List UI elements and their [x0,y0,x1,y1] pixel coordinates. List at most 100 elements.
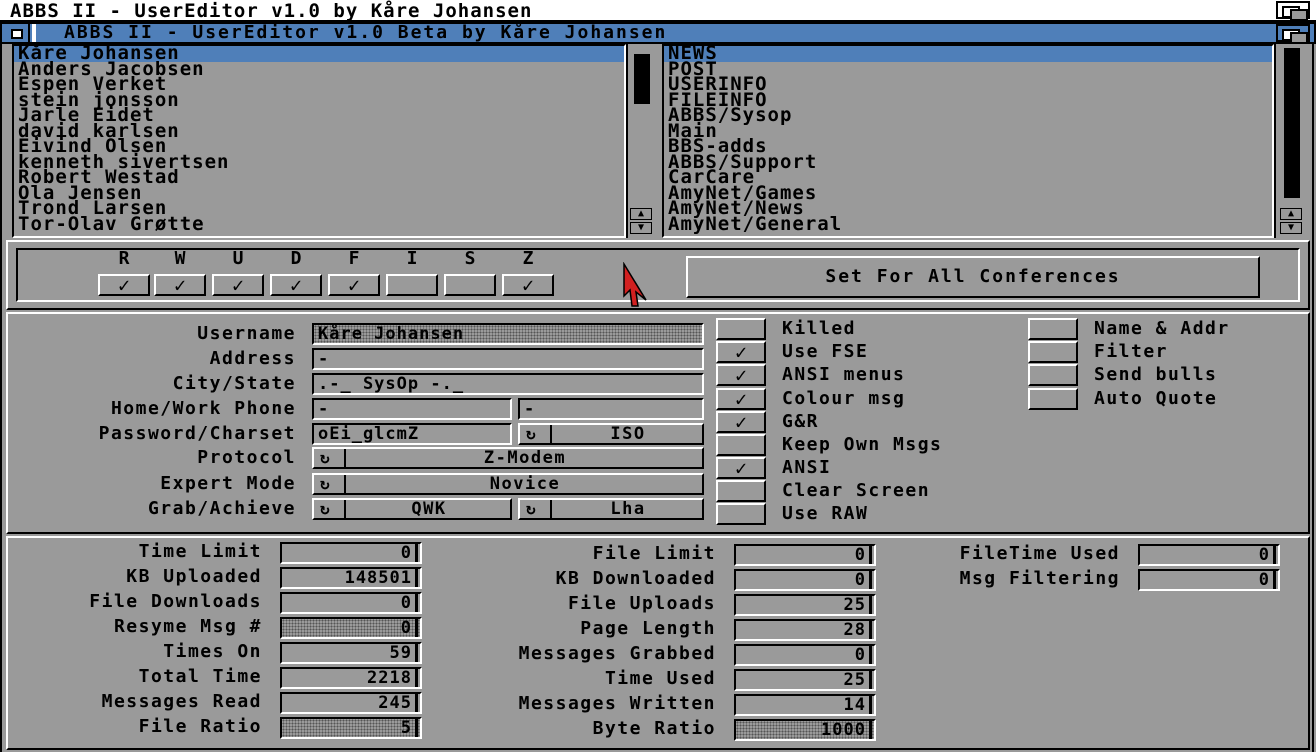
stat-value[interactable]: 0 [734,644,876,666]
checkmark-icon: ✓ [347,273,361,297]
user-list[interactable]: Kåre Johansen Anders Jacobsen Espen Verket… [12,44,626,238]
flag-checkbox-s[interactable] [444,274,496,296]
option-checkbox[interactable] [1028,318,1078,340]
flag-checkbox-u[interactable]: ✓ [212,274,264,296]
user-list-scroll-knob[interactable] [634,54,650,104]
stat-value[interactable]: 14 [734,694,876,716]
stat-value[interactable]: 59 [280,642,422,664]
stat-value[interactable]: 2218 [280,667,422,689]
flag-label-s: S [464,248,476,269]
screen-depth-icon[interactable] [1276,1,1310,21]
home-phone-field[interactable]: - [312,398,512,420]
option-label: ANSI [782,457,832,478]
stat-value[interactable]: 0 [280,592,422,614]
stat-label: Byte Ratio [592,718,716,739]
user-list-item[interactable]: Tor-Olav Grøtte [14,214,624,232]
option-label: Filter [1094,341,1169,362]
archiver-cycle[interactable]: ↻ Lha [518,498,704,520]
option-checkbox[interactable]: ✓ [716,364,766,386]
option-label: Send bulls [1094,364,1218,385]
conference-list-scroll-knob[interactable] [1284,48,1300,198]
option-label: Colour msg [782,388,906,409]
close-window-icon[interactable] [4,24,30,42]
option-checkbox[interactable] [716,318,766,340]
option-label: Killed [782,318,857,339]
charset-cycle[interactable]: ↻ ISO [518,423,704,445]
checkmark-icon: ✓ [734,456,748,480]
checkmark-icon: ✓ [521,273,535,297]
option-checkbox[interactable] [1028,364,1078,386]
user-list-scroll-up-icon[interactable]: ▲ [630,208,652,220]
grab-format-cycle[interactable]: ↻ QWK [312,498,512,520]
flag-label-f: F [348,248,360,269]
stat-value[interactable]: 0 [280,542,422,564]
option-checkbox[interactable] [1028,341,1078,363]
option-checkbox[interactable] [716,480,766,502]
expert-mode-cycle[interactable]: ↻ Novice [312,473,704,495]
work-phone-field[interactable]: - [518,398,704,420]
stat-value[interactable]: 25 [734,669,876,691]
stat-label: KB Uploaded [126,566,262,587]
charset-value: ISO [610,424,646,444]
conference-list-item[interactable]: AmyNet/General [664,214,1272,232]
address-field[interactable]: - [312,348,704,370]
password-field[interactable]: oEi_glcmZ [312,423,512,445]
set-for-all-conferences-button[interactable]: Set For All Conferences [686,256,1260,298]
stat-label: Time Used [604,668,716,689]
stat-value[interactable]: 0 [280,617,422,639]
stat-label: FileTime Used [959,543,1120,564]
conference-list-scrollbar[interactable]: ▲ ▼ [1274,44,1310,238]
protocol-value: Z-Modem [483,448,567,468]
option-checkbox[interactable] [1028,388,1078,410]
flag-checkbox-z[interactable]: ✓ [502,274,554,296]
cycle-icon: ↻ [526,425,552,443]
stat-value[interactable]: 1000 [734,719,876,741]
stat-value[interactable]: 5 [280,717,422,739]
flag-label-w: W [174,248,186,269]
flag-checkbox-w[interactable]: ✓ [154,274,206,296]
conference-list[interactable]: NEWS POST USERINFO FILEINFO ABBS/Sysop Main BB… [662,44,1274,238]
conference-list-scroll-up-icon[interactable]: ▲ [1280,208,1302,220]
screen-title: ABBS II - UserEditor v1.0 by Kåre Johans… [10,0,533,22]
user-list-scroll-down-icon[interactable]: ▼ [630,222,652,234]
flag-checkbox-r[interactable]: ✓ [98,274,150,296]
stat-value[interactable]: 0 [1138,569,1280,591]
stat-value[interactable]: 28 [734,619,876,641]
stat-label: Time Limit [138,541,262,562]
conference-list-item[interactable]: NEWS [664,46,1272,62]
option-checkbox[interactable]: ✓ [716,457,766,479]
flag-checkbox-f[interactable]: ✓ [328,274,380,296]
stat-value[interactable]: 0 [734,569,876,591]
cycle-icon: ↻ [320,500,346,518]
option-checkbox[interactable] [716,434,766,456]
stat-value[interactable]: 245 [280,692,422,714]
cycle-icon: ↻ [320,475,346,493]
flag-checkbox-i[interactable] [386,274,438,296]
checkmark-icon: ✓ [734,410,748,434]
stat-label: Resyme Msg # [113,616,262,637]
option-checkbox[interactable]: ✓ [716,411,766,433]
stat-value[interactable]: 148501 [280,567,422,589]
stat-value[interactable]: 25 [734,594,876,616]
conference-list-scroll-down-icon[interactable]: ▼ [1280,222,1302,234]
username-field[interactable]: Kåre Johansen [312,323,704,345]
flag-checkbox-d[interactable]: ✓ [270,274,322,296]
city-state-field[interactable]: .-_ SysOp -._ [312,373,704,395]
screen-title-bar[interactable]: ABBS II - UserEditor v1.0 by Kåre Johans… [0,0,1316,22]
option-checkbox[interactable]: ✓ [716,341,766,363]
stat-label: KB Downloaded [555,568,716,589]
protocol-cycle[interactable]: ↻ Z-Modem [312,447,704,469]
window-title-bar[interactable]: ABBS II - UserEditor v1.0 Beta by Kåre J… [0,22,1316,44]
conference-list-item[interactable]: ABBS/Support [664,152,1272,170]
checkmark-icon: ✓ [734,387,748,411]
option-checkbox[interactable] [716,503,766,525]
user-list-scrollbar[interactable]: ▲ ▼ [626,44,656,238]
checkmark-icon: ✓ [734,340,748,364]
stat-value[interactable]: 0 [1138,544,1280,566]
stat-value[interactable]: 0 [734,544,876,566]
option-label: Auto Quote [1094,388,1218,409]
conference-list-item[interactable]: ABBS/Sysop [664,106,1272,124]
option-checkbox[interactable]: ✓ [716,388,766,410]
window-depth-icon[interactable] [1276,24,1310,44]
stat-label: File Uploads [567,593,716,614]
